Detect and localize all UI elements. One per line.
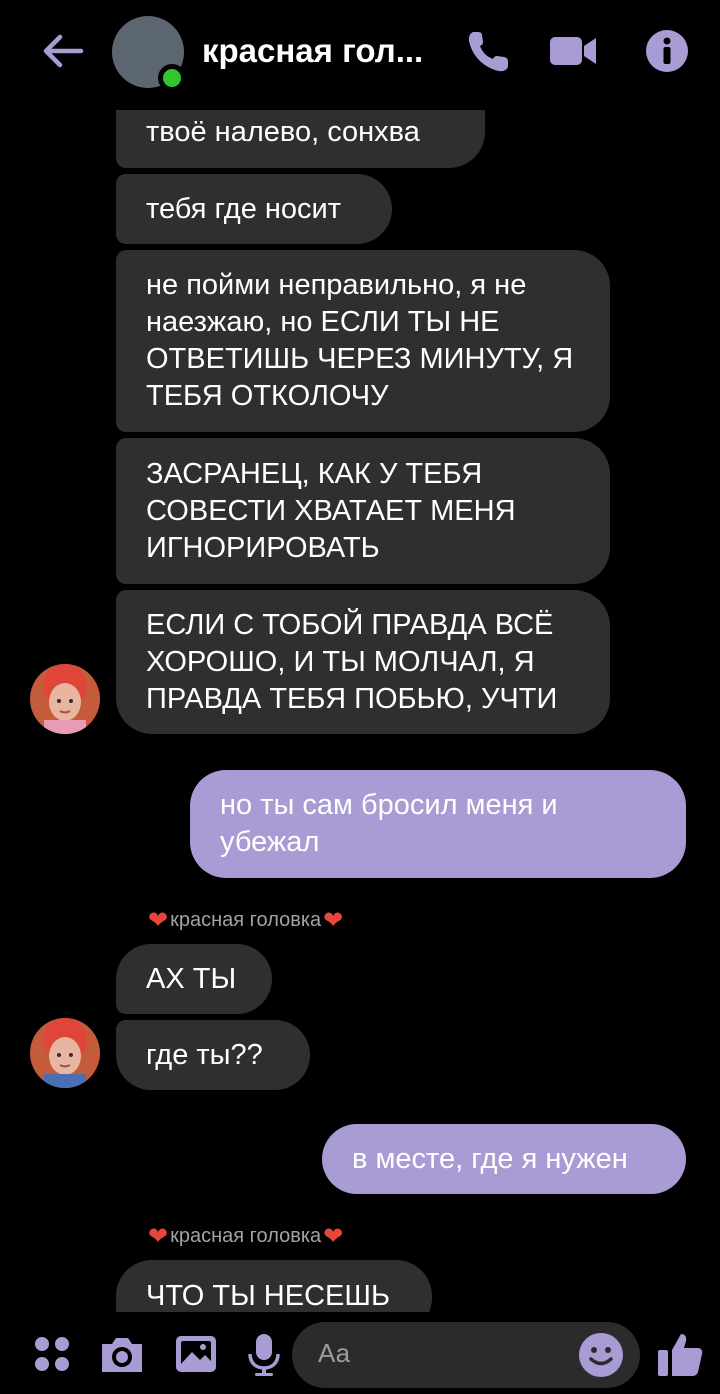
message-text: ЧТО ТЫ НЕСЕШЬ (146, 1280, 390, 1312)
incoming-message[interactable]: ЧТО ТЫ НЕСЕШЬ (116, 1260, 432, 1312)
info-icon (646, 30, 688, 72)
message-text: не пойми неправильно, я не наезжаю, но Е… (146, 269, 574, 412)
online-status-dot (158, 64, 186, 92)
message-input-placeholder: Аа (318, 1338, 351, 1368)
info-button[interactable] (642, 26, 692, 76)
thumbs-up-icon (658, 1334, 703, 1376)
composer-bar: Аа (0, 1312, 720, 1394)
message-text: АХ ТЫ (146, 962, 237, 995)
camera-button[interactable] (96, 1328, 148, 1380)
microphone-icon (248, 1334, 280, 1376)
camera-icon (102, 1338, 142, 1372)
phone-icon (468, 32, 508, 72)
message-text: ЗАСРАНЕЦ, КАК У ТЕБЯ СОВЕСТИ ХВАТАЕТ МЕН… (146, 457, 516, 564)
message-text: ЕСЛИ С ТОБОЙ ПРАВДА ВСЁ ХОРОШО, И ТЫ МОЛ… (146, 608, 558, 715)
call-button[interactable] (464, 26, 514, 76)
contact-avatar[interactable] (30, 664, 100, 734)
incoming-message[interactable]: где ты?? (116, 1020, 310, 1090)
voice-message-button[interactable] (238, 1328, 290, 1380)
grid-menu-icon (35, 1337, 69, 1371)
avatar-photo (30, 664, 100, 734)
menu-button[interactable] (28, 1328, 80, 1380)
message-list[interactable]: твоё налево, сонхва тебя где носит не по… (0, 0, 720, 1312)
outgoing-message[interactable]: в месте, где я нужен (322, 1124, 686, 1194)
message-text: твоё налево, сонхва (146, 115, 420, 148)
video-call-button[interactable] (546, 26, 596, 76)
back-button[interactable] (38, 26, 88, 76)
sender-name: ❤ красная головка ❤ (148, 907, 344, 934)
heart-icon: ❤ (148, 1223, 169, 1250)
arrow-left-icon (43, 34, 84, 68)
gallery-icon (176, 1336, 216, 1372)
incoming-message[interactable]: тебя где носит (116, 174, 392, 244)
video-camera-icon (550, 37, 596, 65)
avatar-photo (30, 1018, 100, 1088)
message-text: в месте, где я нужен (352, 1142, 628, 1175)
chat-title[interactable]: красная гол... (202, 32, 423, 70)
incoming-message[interactable]: ЗАСРАНЕЦ, КАК У ТЕБЯ СОВЕСТИ ХВАТАЕТ МЕН… (116, 438, 610, 584)
message-input[interactable]: Аа (292, 1322, 640, 1388)
heart-icon: ❤ (148, 907, 169, 934)
incoming-message[interactable]: ЕСЛИ С ТОБОЙ ПРАВДА ВСЁ ХОРОШО, И ТЫ МОЛ… (116, 590, 610, 734)
incoming-message[interactable]: АХ ТЫ (116, 944, 272, 1014)
emoji-icon (579, 1333, 623, 1377)
emoji-button[interactable] (576, 1330, 626, 1380)
like-button[interactable] (654, 1328, 706, 1380)
sender-name: ❤ красная головка ❤ (148, 1223, 344, 1250)
gallery-button[interactable] (170, 1328, 222, 1380)
contact-avatar[interactable] (30, 1018, 100, 1088)
message-text: тебя где носит (146, 192, 341, 225)
outgoing-message[interactable]: но ты сам бросил меня и убежал (190, 770, 686, 878)
message-text: но ты сам бросил меня и убежал (220, 789, 558, 858)
incoming-message[interactable]: не пойми неправильно, я не наезжаю, но Е… (116, 250, 610, 432)
heart-icon: ❤ (323, 907, 344, 934)
message-text: где ты?? (146, 1038, 263, 1071)
chat-header: красная гол... (0, 0, 720, 110)
heart-icon: ❤ (323, 1223, 344, 1250)
